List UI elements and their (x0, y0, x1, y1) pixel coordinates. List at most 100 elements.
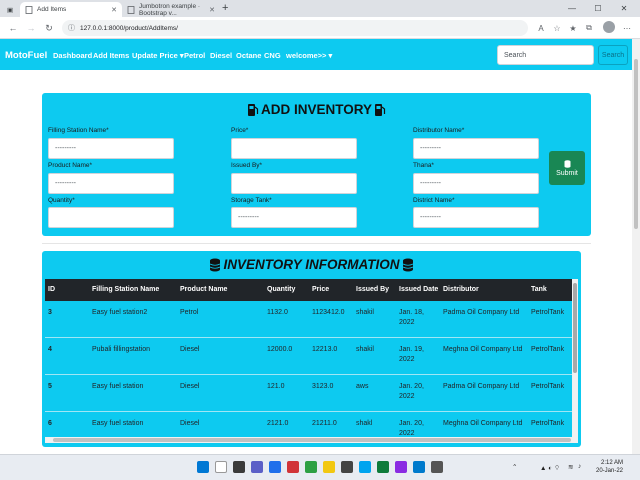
district-select[interactable]: --------- (413, 207, 539, 228)
col-issued-date: Issued Date (399, 286, 439, 293)
maximize-icon[interactable]: ☐ (586, 0, 610, 17)
task-view-icon[interactable] (233, 461, 245, 473)
close-tab-icon[interactable]: ✕ (111, 6, 117, 14)
district-label: District Name* (413, 197, 455, 204)
vscode-icon[interactable] (413, 461, 425, 473)
scroll-thumb[interactable] (634, 59, 638, 229)
chat-icon[interactable] (251, 461, 263, 473)
cell-price: 21211.0 (312, 420, 337, 427)
cell-price: 1123412.0 (312, 309, 345, 316)
cell-distributor: Meghna Oil Company Ltd (443, 420, 523, 427)
cell-station: Easy fuel station (92, 420, 144, 427)
database-icon (402, 258, 413, 271)
table-row[interactable]: 4 Pubali fillingstation Diesel 12000.0 1… (45, 338, 574, 375)
nav-petrol[interactable]: Petrol (184, 51, 205, 60)
search-input[interactable]: Search (497, 45, 594, 65)
table-row[interactable]: 3 Easy fuel station2 Petrol 1132.0 11234… (45, 301, 574, 338)
nav-welcome-dropdown[interactable]: welcome>> ▾ (286, 51, 332, 60)
app-icon[interactable] (269, 461, 281, 473)
volume-icon[interactable]: ♪ (578, 463, 581, 470)
cell-id: 4 (48, 346, 52, 353)
app-icon[interactable] (341, 461, 353, 473)
more-icon[interactable]: ⋯ (620, 21, 634, 35)
search-taskbar-icon[interactable] (215, 461, 227, 473)
scroll-thumb[interactable] (53, 438, 571, 442)
back-icon[interactable]: ← (6, 21, 20, 35)
price-input[interactable] (231, 138, 357, 159)
cell-station: Easy fuel station (92, 383, 144, 390)
reload-icon[interactable]: ↻ (42, 21, 56, 35)
product-name-select[interactable]: --------- (48, 173, 174, 194)
profile-avatar[interactable] (603, 21, 615, 33)
distributor-select[interactable]: --------- (413, 138, 539, 159)
cell-station: Easy fuel station2 (92, 309, 148, 316)
url-text: 127.0.0.1:8000/product/AddItems/ (80, 24, 178, 32)
app-icon[interactable] (287, 461, 299, 473)
thana-select[interactable]: --------- (413, 173, 539, 194)
quantity-label: Quantity* (48, 197, 75, 204)
brand-logo[interactable]: MotoFuel (5, 50, 47, 61)
file-explorer-icon[interactable] (323, 461, 335, 473)
quantity-input[interactable] (48, 207, 174, 228)
cell-issued-date: Jan. 20, 2022 (399, 420, 424, 437)
col-distributor: Distributor (443, 286, 479, 293)
issued-by-input[interactable] (231, 173, 357, 194)
cell-distributor: Meghna Oil Company Ltd (443, 346, 523, 353)
address-bar[interactable]: ⓘ 127.0.0.1:8000/product/AddItems/ (62, 20, 528, 36)
cell-quantity: 2121.0 (267, 420, 289, 427)
issued-by-label: Issued By* (231, 162, 263, 169)
close-tab-icon[interactable]: ✕ (209, 6, 215, 14)
tab-jumbotron[interactable]: Jumbotron example · Bootstrap v... ✕ (122, 2, 220, 17)
nav-dashboard[interactable]: Dashboard (53, 51, 92, 60)
tray-chevron-icon[interactable]: ⌃ (512, 463, 517, 471)
filling-station-select[interactable]: --------- (48, 138, 174, 159)
new-tab-icon[interactable]: + (222, 2, 228, 15)
app-icon[interactable] (359, 461, 371, 473)
database-icon (210, 258, 221, 271)
terminal-icon[interactable] (431, 461, 443, 473)
collections-icon[interactable]: ⧉ (582, 21, 596, 35)
start-icon[interactable] (197, 461, 209, 473)
table-header: ID Filling Station Name Product Name Qua… (45, 279, 574, 301)
scroll-thumb[interactable] (573, 283, 577, 373)
tab-actions-icon[interactable]: ▣ (2, 2, 18, 17)
edge-icon[interactable] (377, 461, 389, 473)
database-icon (564, 159, 570, 168)
nav-add-items[interactable]: Add Items (93, 51, 129, 60)
nav-cng[interactable]: CNG (264, 51, 281, 60)
read-aloud-icon[interactable]: A (534, 21, 548, 35)
fuel-pump-icon (247, 103, 259, 116)
table-row[interactable]: 6 Easy fuel station Diesel 2121.0 21211.… (45, 412, 574, 437)
table-horizontal-scrollbar[interactable] (45, 437, 578, 443)
nav-diesel[interactable]: Diesel (210, 51, 232, 60)
app-icon[interactable] (305, 461, 317, 473)
submit-button[interactable]: Submit (549, 151, 585, 185)
storage-tank-select[interactable]: --------- (231, 207, 357, 228)
storage-tank-label: Storage Tank* (231, 197, 272, 204)
forward-icon[interactable]: → (24, 21, 38, 35)
favorite-icon[interactable]: ☆ (550, 21, 564, 35)
info-icon[interactable]: ⓘ (68, 23, 75, 33)
nav-octane[interactable]: Octane (236, 51, 261, 60)
wifi-icon[interactable]: ≋ (568, 463, 573, 471)
system-clock[interactable]: 2:12 AM 20-Jan-22 (596, 459, 623, 475)
cell-issued-by: shakl (356, 420, 373, 427)
page-scrollbar[interactable] (632, 39, 640, 454)
add-inventory-heading: ADD INVENTORY (42, 102, 591, 117)
close-window-icon[interactable]: ✕ (612, 0, 636, 17)
cell-issued-by: shakil (356, 346, 374, 353)
minimize-icon[interactable]: — (560, 0, 584, 17)
table-vertical-scrollbar[interactable] (572, 279, 578, 437)
cell-id: 6 (48, 420, 52, 427)
section-divider (42, 243, 591, 244)
favorites-icon[interactable]: ★ (566, 21, 580, 35)
page-icon (127, 5, 135, 14)
app-icon[interactable] (395, 461, 407, 473)
table-row[interactable]: 5 Easy fuel station Diesel 121.0 3123.0 … (45, 375, 574, 412)
col-filling-station: Filling Station Name (92, 286, 160, 293)
tray-icons[interactable]: ▲ ◐ ⌔ (540, 463, 560, 472)
nav-update-price[interactable]: Update Price ▾ (132, 51, 184, 60)
add-inventory-title: ADD INVENTORY (260, 102, 372, 117)
tab-add-items[interactable]: Add Items ✕ (20, 2, 122, 17)
search-button[interactable]: Search (598, 45, 628, 65)
